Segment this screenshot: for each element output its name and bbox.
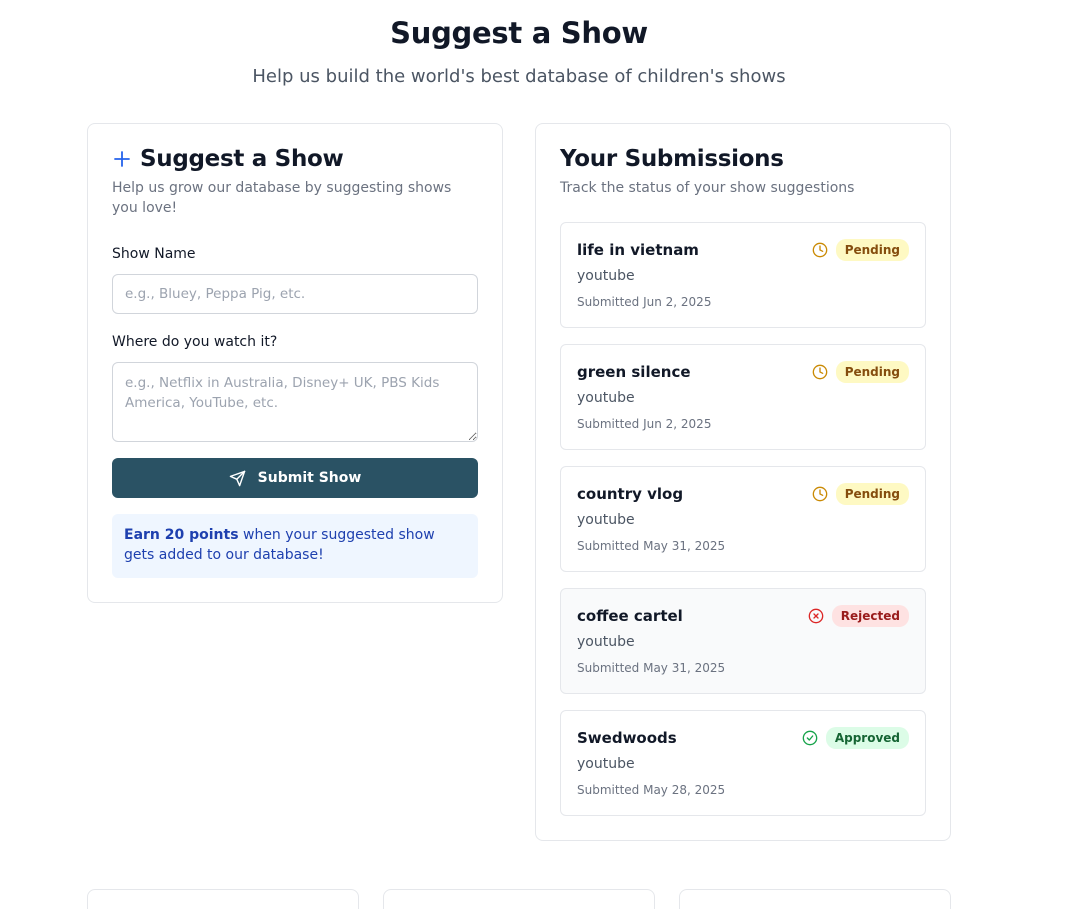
bottom-card-1	[87, 889, 359, 909]
x-circle-icon	[808, 608, 824, 624]
show-name-label: Show Name	[112, 246, 196, 262]
page-title: Suggest a Show	[390, 16, 648, 50]
submission-name: country vlog	[577, 485, 684, 503]
submission-status: Pending	[812, 483, 909, 505]
submission-name: Swedwoods	[577, 729, 677, 747]
submissions-card: Your Submissions Track the status of you…	[535, 123, 951, 841]
submission-status: Approved	[802, 727, 909, 749]
submission-date: Submitted Jun 2, 2025	[577, 295, 712, 309]
submission-platform: youtube	[577, 634, 635, 650]
submission-status: Pending	[812, 239, 909, 261]
submission-date: Submitted May 31, 2025	[577, 539, 726, 553]
submission-date: Submitted May 31, 2025	[577, 661, 726, 675]
submit-show-label: Submit Show	[257, 470, 362, 486]
submission-date: Submitted May 28, 2025	[577, 783, 726, 797]
submissions-title: Your Submissions	[560, 146, 784, 172]
submission-name: green silence	[577, 363, 691, 381]
status-badge: Approved	[825, 727, 909, 749]
clock-icon	[812, 486, 828, 502]
clock-icon	[812, 364, 828, 380]
submission-item: coffee cartel youtube Submitted May 31, 20…	[560, 588, 926, 694]
suggest-card-header: Suggest a Show	[112, 146, 344, 172]
status-badge: Pending	[835, 361, 909, 383]
submission-status: Rejected	[808, 605, 909, 627]
submission-platform: youtube	[577, 512, 635, 528]
clock-icon	[812, 242, 828, 258]
submission-item: country vlog youtube Submitted May 31, 202…	[560, 466, 926, 572]
submit-show-button[interactable]: Submit Show	[112, 458, 478, 498]
status-badge: Pending	[835, 239, 909, 261]
submissions-description: Track the status of your show suggestion…	[560, 180, 855, 196]
bottom-card-3	[679, 889, 951, 909]
submission-date: Submitted Jun 2, 2025	[577, 417, 712, 431]
suggest-card-description: Help us grow our database by suggesting …	[112, 180, 452, 216]
status-badge: Rejected	[831, 605, 909, 627]
send-icon	[229, 470, 246, 487]
page-subtitle: Help us build the world's best database …	[252, 66, 786, 87]
suggest-show-card: Suggest a Show Help us grow our database…	[87, 123, 503, 603]
submission-item: Swedwoods youtube Submitted May 28, 2025 Ap…	[560, 710, 926, 816]
submission-name: coffee cartel	[577, 607, 683, 625]
submission-item: green silence youtube Submitted Jun 2, 202…	[560, 344, 926, 450]
submission-platform: youtube	[577, 390, 635, 406]
show-name-input[interactable]	[112, 274, 478, 314]
points-info-box: Earn 20 points when your suggested show …	[112, 514, 478, 578]
page: Suggest a Show Help us build the world's…	[0, 0, 1092, 909]
points-info-bold: Earn 20 points	[124, 527, 239, 543]
submission-item: life in vietnam youtube Submitted Jun 2, 2…	[560, 222, 926, 328]
where-watch-label: Where do you watch it?	[112, 334, 278, 350]
submission-name: life in vietnam	[577, 241, 699, 259]
submission-platform: youtube	[577, 268, 635, 284]
check-circle-icon	[802, 730, 818, 746]
status-badge: Pending	[835, 483, 909, 505]
suggest-card-title: Suggest a Show	[140, 146, 344, 172]
submission-platform: youtube	[577, 756, 635, 772]
where-watch-textarea[interactable]	[112, 362, 478, 442]
bottom-card-2	[383, 889, 655, 909]
plus-icon	[112, 149, 132, 169]
submission-status: Pending	[812, 361, 909, 383]
